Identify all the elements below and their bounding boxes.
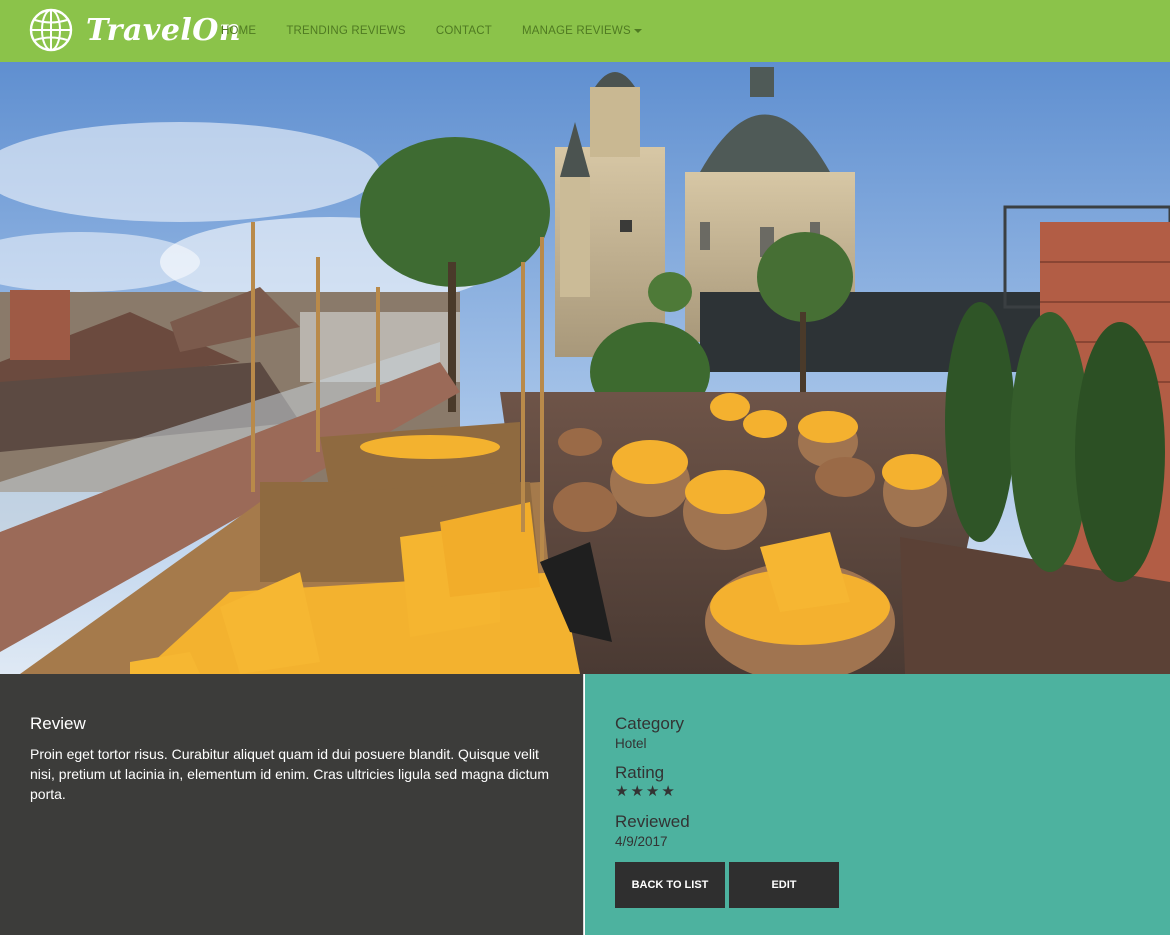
nav-home[interactable]: HOME bbox=[206, 25, 271, 37]
nav-manage-reviews[interactable]: MANAGE REVIEWS bbox=[507, 25, 657, 37]
globe-icon bbox=[29, 8, 73, 52]
review-text: Proin eget tortor risus. Curabitur aliqu… bbox=[30, 746, 549, 802]
nav-trending-reviews[interactable]: TRENDING REVIEWS bbox=[271, 25, 421, 37]
category-value: Hotel bbox=[615, 736, 647, 751]
rooftop-terrace-photo bbox=[0, 62, 1170, 674]
chevron-down-icon bbox=[633, 28, 642, 33]
rating-stars: ★★★★ bbox=[615, 783, 677, 800]
navbar: TravelOn HOME TRENDING REVIEWS CONTACT M… bbox=[0, 0, 1170, 62]
main-nav: HOME TRENDING REVIEWS CONTACT MANAGE REV… bbox=[206, 0, 657, 62]
nav-contact[interactable]: CONTACT bbox=[421, 25, 507, 37]
review-heading: Review bbox=[30, 714, 86, 733]
review-panel: Review Proin eget tortor risus. Curabitu… bbox=[0, 674, 584, 935]
edit-button[interactable]: EDIT bbox=[729, 862, 839, 908]
reviewed-date: 4/9/2017 bbox=[615, 834, 668, 849]
details-panel: Category Hotel Rating ★★★★ Reviewed 4/9/… bbox=[585, 674, 1170, 935]
hero-image bbox=[0, 62, 1170, 674]
nav-manage-reviews-label: MANAGE REVIEWS bbox=[521, 25, 631, 37]
rating-label: Rating bbox=[615, 763, 665, 782]
reviewed-label: Reviewed bbox=[615, 812, 690, 831]
back-to-list-button[interactable]: BACK TO LIST bbox=[615, 862, 725, 908]
category-label: Category bbox=[615, 714, 684, 733]
